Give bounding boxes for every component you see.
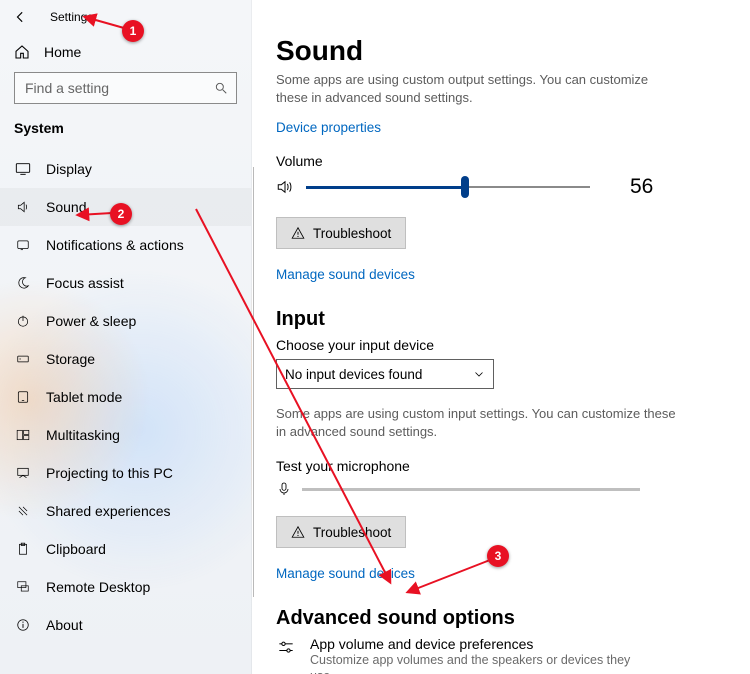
choose-input-label: Choose your input device [276,337,726,353]
sidebar-item-remote-desktop[interactable]: Remote Desktop [0,568,251,606]
focus-assist-icon [14,276,32,290]
sidebar-item-multitasking[interactable]: Multitasking [0,416,251,454]
troubleshoot-input-button[interactable]: Troubleshoot [276,516,406,548]
sidebar-item-label: Display [46,161,92,177]
window-title: Settings [50,10,93,24]
power-icon [14,314,32,328]
adv-item-title: App volume and device preferences [310,636,656,652]
manage-sound-devices-link[interactable]: Manage sound devices [276,267,726,282]
mixer-icon [276,636,296,674]
projecting-icon [14,466,32,480]
microphone-icon [276,480,292,498]
sidebar-item-label: Clipboard [46,541,106,557]
app-volume-prefs[interactable]: App volume and device preferences Custom… [276,636,656,674]
search-box[interactable] [14,72,237,104]
sidebar-item-storage[interactable]: Storage [0,340,251,378]
manage-sound-devices-link-2[interactable]: Manage sound devices [276,566,726,581]
sidebar: Settings Home System Display Sound Notif… [0,0,252,674]
home-icon [14,44,30,60]
storage-icon [14,352,32,366]
output-note: Some apps are using custom output settin… [276,71,676,106]
chevron-down-icon [473,368,485,380]
troubleshoot-label: Troubleshoot [313,226,391,241]
warning-icon [291,226,305,240]
mic-level-bar [302,488,640,491]
annotation-marker-1: 1 [122,20,144,42]
annotation-marker-3: 3 [487,545,509,567]
input-note: Some apps are using custom input setting… [276,405,676,440]
sidebar-item-clipboard[interactable]: Clipboard [0,530,251,568]
sidebar-item-label: Remote Desktop [46,579,150,595]
remote-desktop-icon [14,580,32,594]
volume-value: 56 [630,175,653,199]
volume-slider[interactable] [306,177,590,197]
multitasking-icon [14,428,32,442]
input-section-title: Input [276,308,726,331]
page-title: Sound [276,35,726,67]
search-icon [214,81,228,95]
clipboard-icon [14,542,32,556]
sidebar-item-power-sleep[interactable]: Power & sleep [0,302,251,340]
sidebar-item-tablet-mode[interactable]: Tablet mode [0,378,251,416]
category-title: System [0,118,251,150]
sound-icon [14,200,32,214]
sidebar-item-label: Tablet mode [46,389,122,405]
sidebar-item-about[interactable]: About [0,606,251,644]
sidebar-item-focus-assist[interactable]: Focus assist [0,264,251,302]
sidebar-item-label: Projecting to this PC [46,465,173,481]
device-properties-link[interactable]: Device properties [276,120,381,135]
volume-label: Volume [276,153,726,169]
shared-icon [14,504,32,518]
troubleshoot-output-button[interactable]: Troubleshoot [276,217,406,249]
sidebar-item-label: Notifications & actions [46,237,184,253]
nav-home-label: Home [44,44,81,60]
sidebar-item-label: Sound [46,199,86,215]
sidebar-item-label: Focus assist [46,275,124,291]
input-device-value: No input devices found [285,367,422,382]
tablet-icon [14,390,32,404]
display-icon [14,162,32,176]
content-pane: Sound Some apps are using custom output … [252,0,750,674]
troubleshoot-label: Troubleshoot [313,525,391,540]
search-input[interactable] [23,79,214,97]
sidebar-item-notifications[interactable]: Notifications & actions [0,226,251,264]
input-device-select[interactable]: No input devices found [276,359,494,389]
warning-icon [291,525,305,539]
notifications-icon [14,238,32,252]
sidebar-item-label: About [46,617,83,633]
about-icon [14,618,32,632]
speaker-icon[interactable] [276,178,294,196]
sidebar-item-label: Multitasking [46,427,120,443]
adv-item-desc: Customize app volumes and the speakers o… [310,652,656,674]
test-mic-label: Test your microphone [276,458,726,474]
sidebar-item-shared-experiences[interactable]: Shared experiences [0,492,251,530]
sidebar-item-label: Power & sleep [46,313,136,329]
back-icon[interactable] [14,10,28,24]
advanced-section-title: Advanced sound options [276,607,726,630]
sidebar-item-label: Storage [46,351,95,367]
annotation-marker-2: 2 [110,203,132,225]
sidebar-item-projecting[interactable]: Projecting to this PC [0,454,251,492]
sidebar-item-display[interactable]: Display [0,150,251,188]
sidebar-item-label: Shared experiences [46,503,171,519]
